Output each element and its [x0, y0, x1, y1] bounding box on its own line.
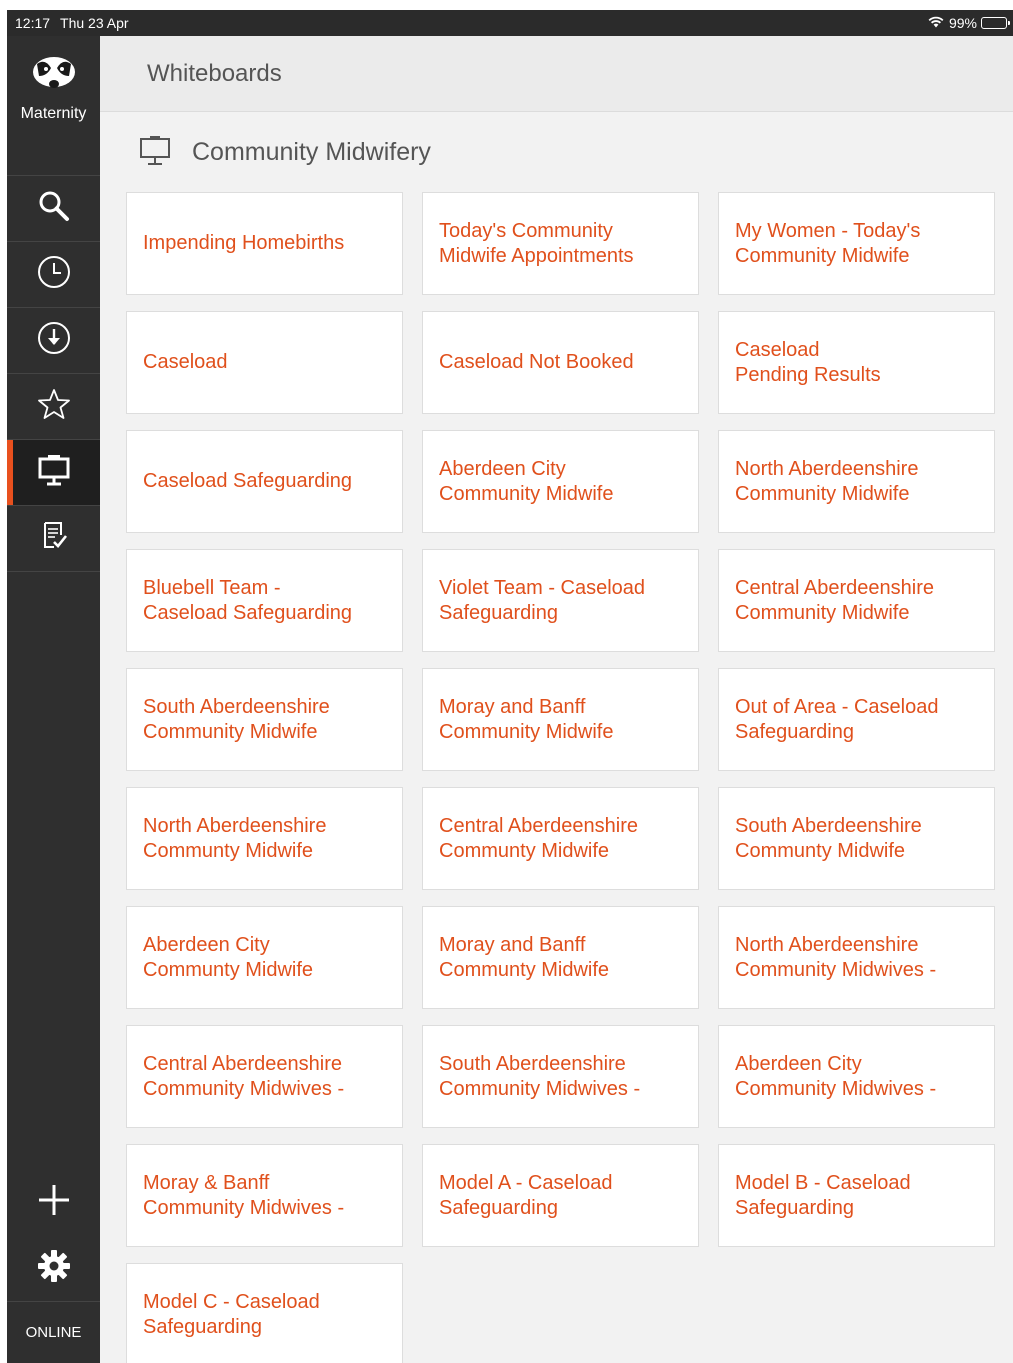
- nav-favourites[interactable]: [7, 374, 100, 440]
- battery-percent: 99%: [948, 15, 977, 31]
- whiteboard-tile[interactable]: South Aberdeenshire Community Midwives -: [422, 1025, 699, 1128]
- badger-logo-icon: [31, 54, 77, 97]
- whiteboard-tile[interactable]: North Aberdeenshire Community Midwife: [718, 430, 995, 533]
- whiteboard-tile[interactable]: My Women - Today's Community Midwife: [718, 192, 995, 295]
- plus-icon: [37, 1183, 71, 1222]
- sidebar: Maternity ONLINE: [7, 36, 100, 1363]
- main-content: Whiteboards Community Midwifery Impendin…: [100, 36, 1013, 1363]
- whiteboard-tile-label: South Aberdeenshire Communty Midwife: [735, 814, 922, 862]
- whiteboard-tile[interactable]: Caseload Pending Results: [718, 311, 995, 414]
- whiteboard-tile[interactable]: Model B - Caseload Safeguarding: [718, 1144, 995, 1247]
- whiteboard-tile[interactable]: Caseload Not Booked: [422, 311, 699, 414]
- checklist-icon: [39, 521, 69, 556]
- section-title: Community Midwifery: [192, 137, 431, 166]
- whiteboard-tile[interactable]: Model A - Caseload Safeguarding: [422, 1144, 699, 1247]
- whiteboard-tile[interactable]: Violet Team - Caseload Safeguarding: [422, 549, 699, 652]
- nav-search[interactable]: [7, 176, 100, 242]
- whiteboard-tile[interactable]: Caseload: [126, 311, 403, 414]
- whiteboard-tile-label: Out of Area - Caseload Safeguarding: [735, 695, 939, 743]
- whiteboard-tile-label: North Aberdeenshire Community Midwives -: [735, 933, 937, 981]
- whiteboard-tile[interactable]: South Aberdeenshire Community Midwife: [126, 668, 403, 771]
- whiteboard-tile[interactable]: Aberdeen City Community Midwives -: [718, 1025, 995, 1128]
- whiteboard-tile[interactable]: North Aberdeenshire Communty Midwife: [126, 787, 403, 890]
- whiteboard-tile-label: Model A - Caseload Safeguarding: [439, 1171, 613, 1219]
- whiteboard-tile[interactable]: Caseload Safeguarding: [126, 430, 403, 533]
- whiteboard-tile[interactable]: Moray and Banff Community Midwife: [422, 668, 699, 771]
- whiteboard-tile[interactable]: Aberdeen City Communty Midwife: [126, 906, 403, 1009]
- brand[interactable]: Maternity: [7, 36, 100, 176]
- whiteboard-tile[interactable]: Today's Community Midwife Appointments: [422, 192, 699, 295]
- nav-downloads[interactable]: [7, 308, 100, 374]
- whiteboard-tile[interactable]: South Aberdeenshire Communty Midwife: [718, 787, 995, 890]
- whiteboard-tile[interactable]: Model C - Caseload Safeguarding: [126, 1263, 403, 1363]
- whiteboard-tile-label: Today's Community Midwife Appointments: [439, 219, 634, 267]
- connection-status: ONLINE: [7, 1301, 100, 1363]
- whiteboard-tile-label: Bluebell Team - Caseload Safeguarding: [143, 576, 353, 624]
- whiteboard-tile-label: Aberdeen City Community Midwife: [439, 457, 614, 505]
- download-icon: [37, 321, 71, 360]
- status-date: Thu 23 Apr: [60, 15, 129, 31]
- nav-recent[interactable]: [7, 242, 100, 308]
- app-window: 12:17 Thu 23 Apr 99% Maternity ONLINE Wh…: [7, 10, 1013, 1363]
- page-header: Whiteboards: [100, 36, 1013, 112]
- whiteboard-tile-label: North Aberdeenshire Communty Midwife: [143, 814, 327, 862]
- whiteboard-tile-label: Caseload Not Booked: [439, 351, 634, 373]
- whiteboard-tile[interactable]: Impending Homebirths: [126, 192, 403, 295]
- whiteboard-tile-label: Caseload Pending Results: [735, 338, 881, 386]
- add-button[interactable]: [7, 1169, 100, 1235]
- sidebar-bottom: ONLINE: [7, 1169, 100, 1363]
- whiteboard-tile[interactable]: Moray & Banff Community Midwives -: [126, 1144, 403, 1247]
- whiteboard-tile[interactable]: Central Aberdeenshire Communty Midwife: [422, 787, 699, 890]
- whiteboard-tile[interactable]: North Aberdeenshire Community Midwives -: [718, 906, 995, 1009]
- whiteboard-tile-label: Aberdeen City Community Midwives -: [735, 1052, 937, 1100]
- whiteboard-tile-label: South Aberdeenshire Community Midwives -: [439, 1052, 641, 1100]
- wifi-icon: [927, 15, 945, 31]
- battery-icon: [981, 17, 1010, 29]
- whiteboard-tile-label: Caseload: [143, 351, 228, 373]
- whiteboard-tile-label: My Women - Today's Community Midwife: [735, 219, 921, 267]
- whiteboard-tile[interactable]: Aberdeen City Community Midwife: [422, 430, 699, 533]
- whiteboard-tile-label: Central Aberdeenshire Community Midwife: [735, 576, 935, 624]
- whiteboard-icon: [37, 453, 71, 492]
- whiteboard-tile-label: Moray and Banff Communty Midwife: [439, 933, 610, 981]
- whiteboard-tile[interactable]: Central Aberdeenshire Community Midwives…: [126, 1025, 403, 1128]
- whiteboard-tile-label: Moray and Banff Community Midwife: [439, 695, 614, 743]
- whiteboard-tile[interactable]: Bluebell Team - Caseload Safeguarding: [126, 549, 403, 652]
- settings-button[interactable]: [7, 1235, 100, 1301]
- nav-whiteboards[interactable]: [7, 440, 100, 506]
- whiteboard-tile[interactable]: Moray and Banff Communty Midwife: [422, 906, 699, 1009]
- status-bar: 12:17 Thu 23 Apr 99%: [7, 10, 1013, 36]
- whiteboard-icon: [138, 133, 172, 172]
- star-icon: [37, 387, 71, 426]
- whiteboard-tile-label: Central Aberdeenshire Communty Midwife: [439, 814, 639, 862]
- whiteboard-tile-label: South Aberdeenshire Community Midwife: [143, 695, 330, 743]
- page-title: Whiteboards: [147, 59, 282, 87]
- whiteboard-tile-label: Impending Homebirths: [143, 232, 345, 254]
- whiteboard-tile-label: Aberdeen City Communty Midwife: [143, 933, 314, 981]
- whiteboard-tile-label: Model C - Caseload Safeguarding: [143, 1290, 320, 1338]
- whiteboard-tile-label: Violet Team - Caseload Safeguarding: [439, 576, 646, 624]
- whiteboard-tile-label: Model B - Caseload Safeguarding: [735, 1171, 911, 1219]
- whiteboard-grid: Impending Homebirths Today's Community Mi…: [126, 192, 995, 1363]
- section-header: Community Midwifery: [100, 112, 1013, 184]
- search-icon: [37, 189, 71, 228]
- whiteboard-tile-label: Moray & Banff Community Midwives -: [143, 1171, 345, 1219]
- whiteboard-tile-label: Central Aberdeenshire Community Midwives…: [143, 1052, 345, 1100]
- whiteboard-tile-label: Caseload Safeguarding: [143, 470, 353, 492]
- status-time: 12:17: [15, 15, 51, 31]
- whiteboard-tile[interactable]: Central Aberdeenshire Community Midwife: [718, 549, 995, 652]
- clock-icon: [37, 255, 71, 294]
- gear-icon: [37, 1249, 71, 1288]
- app-name: Maternity: [20, 105, 87, 122]
- whiteboard-tile-label: North Aberdeenshire Community Midwife: [735, 457, 919, 505]
- whiteboard-tile[interactable]: Out of Area - Caseload Safeguarding: [718, 668, 995, 771]
- nav-tasks[interactable]: [7, 506, 100, 572]
